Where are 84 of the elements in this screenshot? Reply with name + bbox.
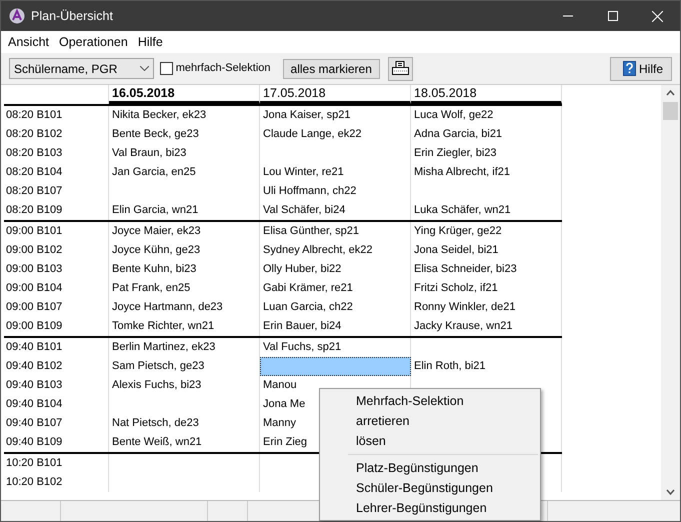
app-icon [9, 8, 25, 24]
table-cell[interactable]: Alexis Fuchs, bi23 [109, 376, 260, 395]
time-slot: 09:00 B109 [4, 317, 109, 336]
chevron-icon [140, 66, 149, 71]
menu-item[interactable]: Operationen [54, 32, 133, 52]
table-cell[interactable]: Olly Huber, bi22 [260, 260, 411, 279]
table-cell[interactable]: Nat Pietsch, de23 [109, 414, 260, 433]
table-cell[interactable]: Bente Beck, ge23 [109, 125, 260, 144]
table-cell[interactable]: Val Braun, bi23 [109, 144, 260, 163]
help-button[interactable]: Hilfe [610, 56, 672, 80]
table-cell[interactable]: Ying Krüger, ge22 [411, 222, 562, 241]
time-slot: 08:20 B109 [4, 201, 109, 220]
table-cell[interactable]: Adna Garcia, bi21 [411, 125, 562, 144]
menu-item[interactable]: lösen [320, 431, 540, 451]
table-cell[interactable]: Bente Kuhn, bi23 [109, 260, 260, 279]
table-cell[interactable]: Elin Roth, bi21 [411, 357, 562, 376]
checkbox[interactable] [160, 62, 173, 75]
table-cell[interactable]: Erin Bauer, bi24 [260, 317, 411, 336]
time-slot: 09:00 B103 [4, 260, 109, 279]
mark-all-button[interactable]: alles markieren [282, 58, 380, 78]
table-cell[interactable]: Bente Weiß, wn21 [109, 433, 260, 452]
close-icon [652, 10, 663, 22]
time-slot: 10:20 B101 [4, 454, 109, 473]
date-header: 16.05.2018 [109, 85, 260, 104]
menu-item[interactable]: Hilfe [132, 32, 168, 52]
table-cell[interactable]: Joyce Hartmann, de23 [109, 298, 260, 317]
menu-item[interactable]: Platz-Begünstigungen [320, 458, 540, 478]
table-cell[interactable]: Luka Schäfer, wn21 [411, 201, 562, 220]
time-slot: 08:20 B102 [4, 125, 109, 144]
table-cell[interactable]: Elisa Günther, sp21 [260, 222, 411, 241]
checkbox-label[interactable]: mehrfach-Selektion [176, 60, 271, 77]
time-slot: 09:00 B102 [4, 241, 109, 260]
printer-icon [392, 61, 409, 76]
table-cell[interactable]: Elisa Schneider, bi23 [411, 260, 562, 279]
time-slot: 09:40 B101 [4, 338, 109, 357]
scrollbar[interactable] [661, 85, 680, 500]
maximize-icon [608, 11, 618, 21]
table-cell[interactable]: Luca Wolf, ge22 [411, 106, 562, 125]
time-slot: 08:20 B103 [4, 144, 109, 163]
table-cell[interactable]: Jan Garcia, en25 [109, 163, 260, 182]
table-cell[interactable]: Val Schäfer, bi24 [260, 201, 411, 220]
table-cell[interactable]: Fritzi Scholz, if21 [411, 279, 562, 298]
table-cell[interactable]: Ronny Winkler, de21 [411, 298, 562, 317]
table-cell[interactable]: Uli Hoffmann, ch22 [260, 182, 411, 201]
menu-item[interactable]: Ansicht [3, 32, 54, 52]
table-cell[interactable]: Tomke Richter, wn21 [109, 317, 260, 336]
print-button[interactable] [388, 56, 413, 80]
time-slot: 08:20 B104 [4, 163, 109, 182]
table-cell[interactable]: Jona Kaiser, sp21 [260, 106, 411, 125]
date-header: 18.05.2018 [411, 85, 562, 104]
scroll-thumb[interactable] [663, 102, 678, 120]
help-book-icon [623, 61, 636, 76]
time-slot: 09:00 B107 [4, 298, 109, 317]
table-cell[interactable]: Berlin Martinez, ek23 [109, 338, 260, 357]
selected-cell[interactable] [260, 357, 411, 376]
table-cell[interactable]: Nikita Becker, ek23 [109, 106, 260, 125]
table-cell[interactable]: Joyce Maier, ek23 [109, 222, 260, 241]
table-cell[interactable]: Jona Seidel, bi21 [411, 241, 562, 260]
time-slot: 08:20 B107 [4, 182, 109, 201]
table-cell[interactable]: Gabi Krämer, re21 [260, 279, 411, 298]
table-cell[interactable]: Luan Garcia, ch22 [260, 298, 411, 317]
menu-item[interactable]: arretieren [320, 411, 540, 431]
time-slot: 09:40 B103 [4, 376, 109, 395]
time-slot: 09:00 B101 [4, 222, 109, 241]
table-cell[interactable]: Pat Frank, en25 [109, 279, 260, 298]
table-cell[interactable]: Elin Garcia, wn21 [109, 201, 260, 220]
table-cell[interactable]: Erin Ziegler, bi23 [411, 144, 562, 163]
table-cell[interactable]: Misha Albrecht, if21 [411, 163, 562, 182]
table-cell[interactable]: Lou Winter, re21 [260, 163, 411, 182]
table-cell[interactable]: Joyce Kühn, ge23 [109, 241, 260, 260]
view-dropdown[interactable]: Schülername, PGR [9, 58, 154, 79]
menu-item[interactable]: Schüler-Begünstigungen [320, 478, 540, 498]
time-slot: 09:00 B104 [4, 279, 109, 298]
table-cell[interactable]: Sydney Albrecht, ek22 [260, 241, 411, 260]
window-title: Plan-Übersicht [31, 8, 113, 25]
time-slot: 09:40 B107 [4, 414, 109, 433]
table-cell[interactable]: Jacky Krause, wn21 [411, 317, 562, 336]
date-header: 17.05.2018 [260, 85, 411, 104]
time-slot: 09:40 B102 [4, 357, 109, 376]
time-slot: 10:20 B102 [4, 473, 109, 492]
time-slot: 08:20 B101 [4, 106, 109, 125]
table-cell[interactable]: Claude Lange, ek22 [260, 125, 411, 144]
time-slot: 09:40 B104 [4, 395, 109, 414]
time-slot: 09:40 B109 [4, 433, 109, 452]
